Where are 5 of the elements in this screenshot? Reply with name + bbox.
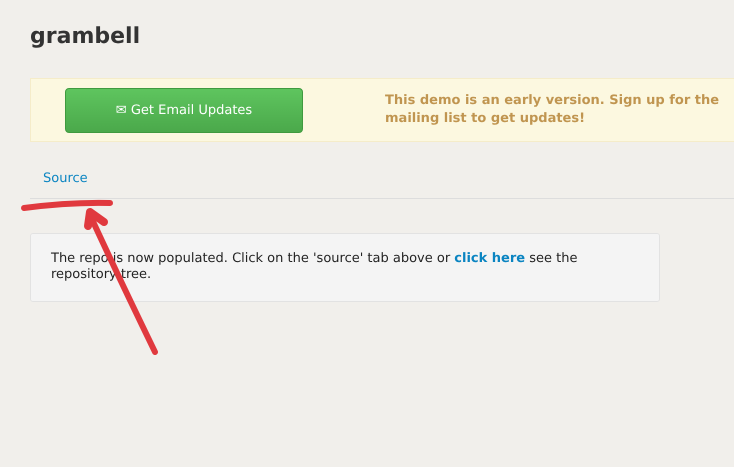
click-here-link[interactable]: click here [454,251,526,266]
tab[interactable]: Source [30,168,101,198]
site-title: grambell [29,23,142,51]
email-updates-button[interactable]: ✉ Get Email Updates [65,88,303,132]
alert-message: This demo is an early version. Sign up for the mailing list to get updates! [385,92,720,128]
